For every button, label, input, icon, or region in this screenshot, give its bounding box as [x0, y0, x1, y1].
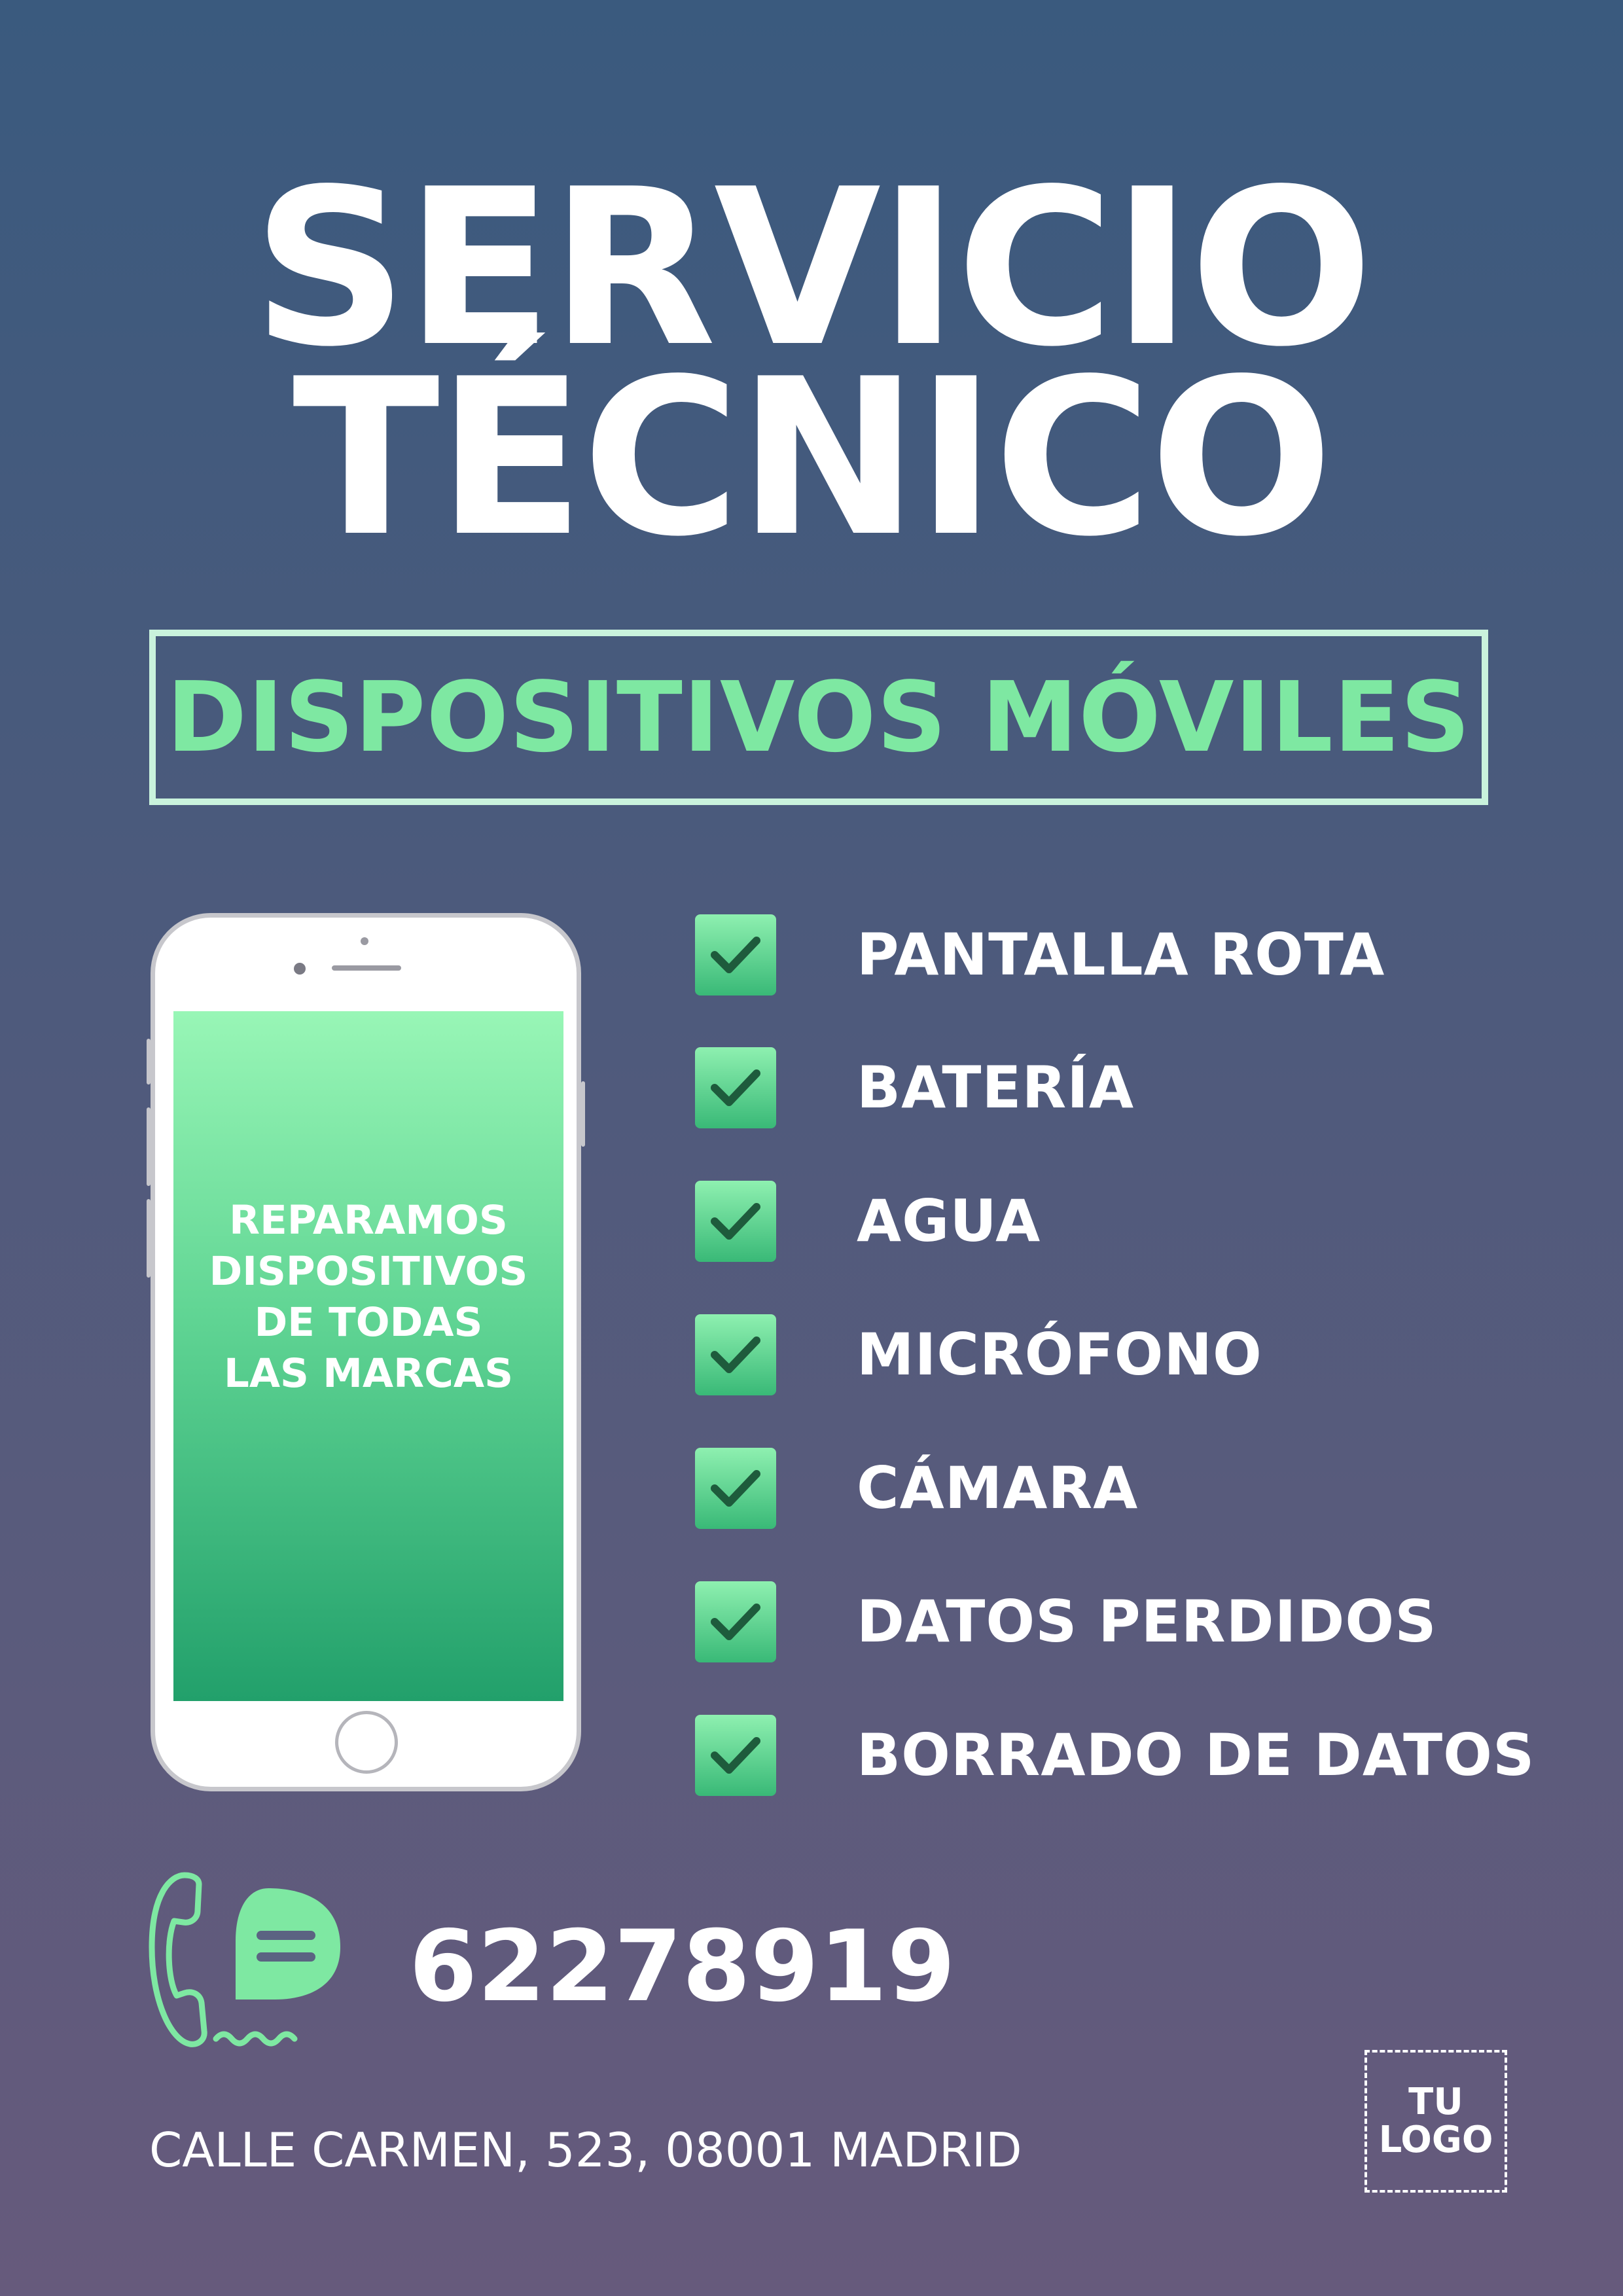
service-item: BORRADO DE DATOS [695, 1715, 1598, 1796]
service-label: CÁMARA [857, 1454, 1139, 1522]
phone-screen: REPARAMOS DISPOSITIVOS DE TODAS LAS MARC… [173, 1011, 563, 1701]
screen-line: DE TODAS [254, 1299, 483, 1346]
checkmark-icon [695, 1715, 776, 1796]
phone-screen-text: REPARAMOS DISPOSITIVOS DE TODAS LAS MARC… [209, 1195, 528, 1399]
phone-side-button [147, 1039, 151, 1085]
phone-volume-down-button [147, 1199, 151, 1278]
logo-line-1: TU [1408, 2081, 1463, 2123]
phone-illustration: REPARAMOS DISPOSITIVOS DE TODAS LAS MARC… [147, 913, 585, 1791]
screen-line: LAS MARCAS [223, 1350, 514, 1397]
service-label: BORRADO DE DATOS [857, 1721, 1535, 1789]
service-item: BATERÍA [695, 1047, 1598, 1128]
logo-placeholder: TU LOGO [1364, 2050, 1507, 2193]
phone-chat-icon [144, 1869, 347, 2058]
phone-number[interactable]: 62278919 [409, 1911, 955, 2022]
checkmark-icon [695, 1181, 776, 1262]
checkmark-icon [695, 1448, 776, 1529]
service-label: PANTALLA ROTA [857, 921, 1385, 988]
subtitle-text: DISPOSITIVOS MÓVILES [166, 661, 1471, 774]
phone-sensor [361, 937, 368, 945]
phone-home-button [335, 1711, 398, 1774]
checkmark-icon [695, 1314, 776, 1395]
logo-line-2: LOGO [1378, 2119, 1493, 2161]
subtitle-box: DISPOSITIVOS MÓVILES [149, 630, 1488, 805]
service-item: MICRÓFONO [695, 1314, 1598, 1395]
service-label: BATERÍA [857, 1054, 1135, 1121]
service-item: CÁMARA [695, 1448, 1598, 1529]
title-line-2: TÉCNICO [292, 332, 1333, 584]
address: CALLE CARMEN, 523, 08001 MADRID [149, 2123, 1022, 2178]
checkmark-icon [695, 914, 776, 996]
service-label: AGUA [857, 1187, 1041, 1255]
screen-line: DISPOSITIVOS [209, 1248, 528, 1295]
service-item: DATOS PERDIDOS [695, 1581, 1598, 1662]
phone-camera-icon [294, 963, 306, 975]
phone-speaker [332, 965, 401, 971]
phone-power-button [581, 1081, 585, 1147]
service-item: AGUA [695, 1181, 1598, 1262]
checkmark-icon [695, 1047, 776, 1128]
checkmark-icon [695, 1581, 776, 1662]
screen-line: REPARAMOS [229, 1197, 508, 1244]
phone-volume-up-button [147, 1107, 151, 1186]
service-label: MICRÓFONO [857, 1321, 1262, 1388]
service-item: PANTALLA ROTA [695, 914, 1598, 996]
service-label: DATOS PERDIDOS [857, 1588, 1437, 1655]
